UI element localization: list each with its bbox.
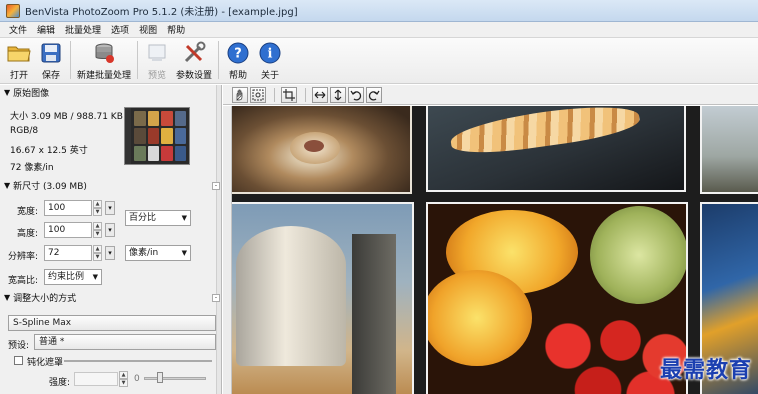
new-size-options-icon[interactable]: - — [212, 182, 220, 190]
title-bar: BenVista PhotoZoom Pro 5.1.2 (未注册) - [ex… — [0, 0, 758, 22]
hand-tool-icon[interactable] — [232, 86, 248, 103]
photo-cat — [232, 106, 412, 194]
size-unit-select[interactable]: 百分比 ▼ — [125, 210, 191, 226]
strength-input[interactable] — [74, 372, 118, 386]
tools-icon — [181, 41, 207, 65]
height-label: 高度: — [16, 229, 38, 239]
resolution-spinner[interactable]: ▲ ▼ — [93, 245, 102, 261]
help-button[interactable]: ? 帮助 — [222, 41, 254, 81]
resize-method-header[interactable]: ▼ 调整大小的方式 — [4, 291, 76, 304]
width-label: 宽度: — [16, 207, 38, 217]
folder-icon — [6, 41, 32, 65]
rotate-left-icon[interactable] — [348, 86, 364, 103]
menu-options[interactable]: 选项 — [106, 23, 134, 36]
database-icon — [91, 41, 117, 65]
width-input[interactable]: 100 — [44, 200, 92, 216]
strength-label: 强度: — [48, 378, 70, 388]
parameters-button[interactable]: 参数设置 — [173, 41, 215, 81]
toolbar-separator — [137, 41, 139, 79]
resize-method-select[interactable]: S-Spline Max — [8, 315, 216, 331]
image-preview[interactable]: 最需教育 — [232, 106, 758, 394]
photo-landscape — [700, 106, 758, 194]
save-button[interactable]: 保存 — [35, 41, 67, 81]
collapse-triangle-icon: ▼ — [4, 181, 11, 190]
photo-observatory — [232, 202, 414, 394]
unsharp-mask-checkbox[interactable] — [14, 356, 23, 365]
unsharp-mask-label: 钝化遮罩 — [27, 358, 64, 368]
collapse-triangle-icon: ▼ — [4, 293, 11, 302]
aspect-ratio-label: 宽高比: — [7, 276, 38, 286]
unsharp-divider — [64, 360, 212, 362]
main-toolbar: 打开 保存 新建批量处理 预览 参数设置 ? 帮助 i 关于 — [0, 38, 758, 84]
info-icon: i — [257, 41, 283, 65]
preview-button[interactable]: 预览 — [141, 41, 173, 81]
floppy-disk-icon — [38, 41, 64, 65]
link-bottom-icon[interactable]: ▾ — [105, 223, 115, 237]
toolbar-separator — [218, 41, 220, 79]
preview-icon — [144, 41, 170, 65]
strength-spinner[interactable]: ▲ ▼ — [119, 371, 128, 387]
resolution-menu-icon[interactable]: ▾ — [105, 246, 115, 260]
dropdown-arrow-icon: ▼ — [181, 249, 187, 257]
crop-icon[interactable] — [281, 86, 297, 103]
photo-shell — [426, 106, 686, 192]
svg-text:i: i — [268, 47, 273, 62]
fit-width-icon[interactable] — [312, 86, 328, 103]
menu-batch[interactable]: 批量处理 — [60, 23, 106, 36]
new-size-header[interactable]: ▼ 新尺寸 (3.09 MB) — [4, 179, 87, 192]
original-mode: RGB/8 — [10, 126, 39, 136]
photo-fruits — [426, 202, 688, 394]
resolution-label: 分辨率: — [7, 252, 38, 262]
menu-view[interactable]: 视图 — [134, 23, 162, 36]
about-button[interactable]: i 关于 — [254, 41, 286, 81]
strength-slider-thumb[interactable] — [157, 372, 163, 383]
width-spinner[interactable]: ▲ ▼ — [93, 200, 102, 216]
resize-method-options-icon[interactable]: - — [212, 294, 220, 302]
preset-label: 预设: — [8, 341, 30, 351]
help-icon: ? — [225, 41, 251, 65]
menu-edit[interactable]: 编辑 — [32, 23, 60, 36]
view-toolbar — [223, 85, 758, 105]
strength-value: 0 — [134, 374, 140, 384]
preview-divider[interactable] — [223, 106, 232, 394]
link-top-icon[interactable]: ▾ — [105, 201, 115, 215]
fit-height-icon[interactable] — [330, 86, 346, 103]
original-resolution: 72 像素/in — [10, 163, 54, 173]
height-input[interactable]: 100 — [44, 222, 92, 238]
original-dimensions: 16.67 x 12.5 英寸 — [10, 146, 88, 156]
original-size: 大小 3.09 MB / 988.71 KB — [10, 112, 123, 122]
strength-slider-track[interactable] — [144, 377, 206, 380]
open-button[interactable]: 打开 — [3, 41, 35, 81]
collapse-triangle-icon: ▼ — [4, 88, 11, 97]
watermark-text: 最需教育 — [659, 357, 752, 383]
view-toolbar-separator — [305, 87, 306, 102]
dropdown-arrow-icon: ▼ — [181, 214, 187, 222]
original-image-header[interactable]: ▼ 原始图像 — [4, 86, 49, 99]
aspect-ratio-select[interactable]: 约束比例 ▼ — [44, 269, 102, 285]
resolution-unit-select[interactable]: 像素/in ▼ — [125, 245, 191, 261]
menu-bar: 文件 编辑 批量处理 选项 视图 帮助 — [0, 22, 758, 38]
menu-help[interactable]: 帮助 — [162, 23, 190, 36]
height-spinner[interactable]: ▲ ▼ — [93, 222, 102, 238]
rotate-right-icon[interactable] — [366, 86, 382, 103]
menu-file[interactable]: 文件 — [4, 23, 32, 36]
settings-panel: ▼ 原始图像 大小 3.09 MB / 988.71 KB RGB/8 16.6… — [0, 85, 222, 394]
svg-text:?: ? — [234, 47, 242, 62]
dropdown-arrow-icon: ▼ — [92, 273, 98, 281]
image-thumbnail — [124, 107, 190, 165]
zoom-select-icon[interactable] — [250, 86, 266, 103]
view-toolbar-separator — [274, 87, 275, 102]
window-title: BenVista PhotoZoom Pro 5.1.2 (未注册) - [ex… — [25, 7, 298, 18]
toolbar-separator — [70, 41, 71, 79]
resolution-input[interactable]: 72 — [44, 245, 92, 261]
app-icon — [6, 3, 20, 18]
new-batch-button[interactable]: 新建批量处理 — [74, 41, 134, 81]
preset-select[interactable]: 普通 * — [34, 334, 216, 350]
panel-scrollbar[interactable] — [216, 85, 221, 394]
